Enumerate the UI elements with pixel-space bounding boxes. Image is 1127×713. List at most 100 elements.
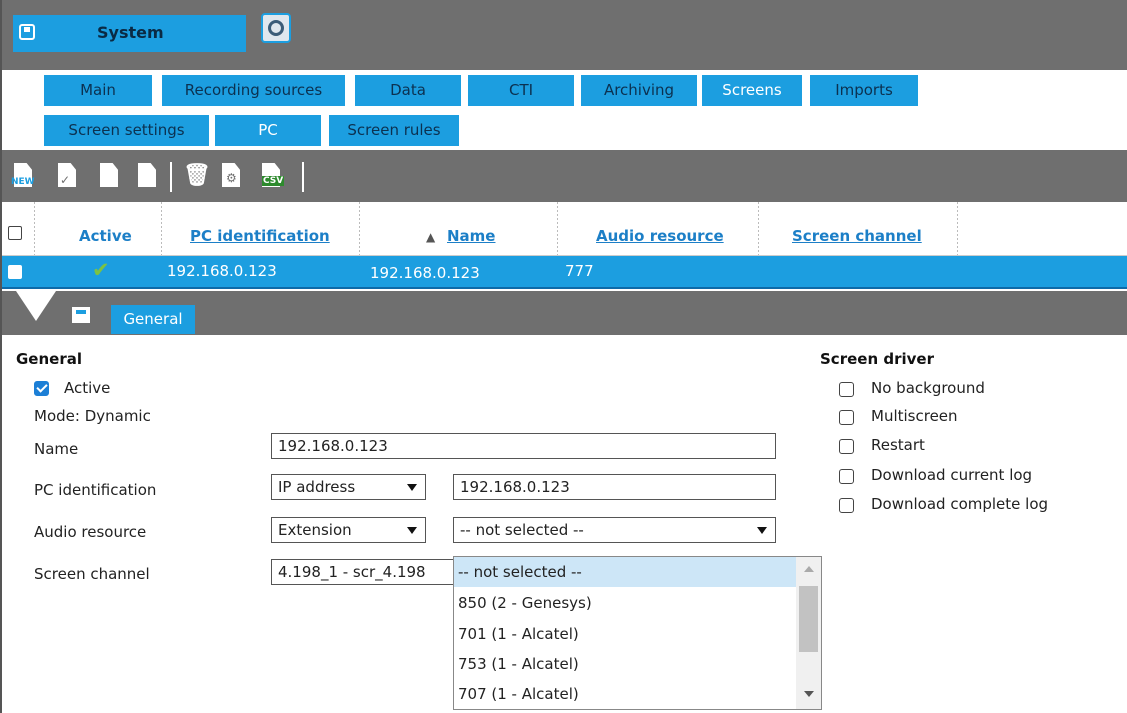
csv-export-button[interactable]: CSV — [260, 163, 285, 189]
chevron-down-icon — [407, 484, 417, 491]
new-button[interactable]: NEW — [11, 163, 36, 189]
restart-label: Restart — [871, 436, 925, 454]
column-separator — [161, 202, 162, 255]
row-pc-identification: 192.168.0.123 — [167, 262, 277, 280]
csv-label: CSV — [262, 176, 285, 186]
tab-cti[interactable]: CTI — [468, 75, 574, 106]
detail-header: General — [2, 291, 1127, 335]
audio-resource-value: -- not selected -- — [460, 521, 584, 539]
settings-document-button[interactable]: ⚙ — [220, 163, 244, 189]
copy-button[interactable] — [136, 163, 160, 189]
active-check-icon: ✔ — [92, 258, 110, 282]
audio-resource-type-value: Extension — [278, 521, 352, 539]
toolbar: NEW ✓ 🗑 ⚙ CSV — [2, 150, 1127, 202]
system-bar: System — [2, 0, 1127, 70]
column-separator — [557, 202, 558, 255]
row-underline — [2, 287, 1127, 289]
tab-screens[interactable]: Screens — [702, 75, 802, 106]
audio-resource-type-select[interactable]: Extension — [271, 517, 426, 543]
table-row[interactable]: ✔ 192.168.0.123 192.168.0.123 777 — [2, 256, 1127, 289]
copy-check-button[interactable] — [98, 163, 122, 189]
tab-pc[interactable]: PC — [215, 115, 321, 146]
active-checkbox[interactable] — [34, 381, 49, 396]
tab-screen-rules[interactable]: Screen rules — [329, 115, 459, 146]
tab-imports[interactable]: Imports — [810, 75, 918, 106]
restart-checkbox[interactable] — [839, 439, 854, 454]
chevron-down-icon — [757, 527, 767, 534]
pc-identification-type-value: IP address — [278, 478, 356, 496]
multiscreen-checkbox[interactable] — [839, 410, 854, 425]
dropdown-option[interactable]: -- not selected -- — [454, 557, 797, 587]
dropdown-scrollbar[interactable] — [796, 557, 821, 709]
column-header-active[interactable]: Active — [79, 227, 132, 245]
column-header-audio-resource[interactable]: Audio resource — [596, 227, 724, 245]
tab-data[interactable]: Data — [355, 75, 461, 106]
column-header-pc-identification[interactable]: PC identification — [190, 227, 330, 245]
scroll-up-icon[interactable] — [804, 566, 814, 572]
screen-driver-section-title: Screen driver — [820, 350, 934, 368]
scrollbar-thumb[interactable] — [799, 586, 818, 652]
sort-ascending-icon: ▲ — [426, 230, 436, 244]
download-current-log-label: Download current log — [871, 466, 1033, 484]
system-tab-label: System — [97, 23, 164, 42]
download-current-log-checkbox[interactable] — [839, 469, 854, 484]
tab-archiving[interactable]: Archiving — [581, 75, 697, 106]
column-header-screen-channel[interactable]: Screen channel — [792, 227, 922, 245]
copy-icon — [138, 163, 156, 187]
copy-check-icon — [100, 163, 118, 187]
floppy-icon — [19, 24, 35, 40]
new-label: NEW — [11, 177, 35, 187]
tab-general[interactable]: General — [111, 305, 195, 334]
column-header-name[interactable]: Name — [447, 227, 495, 245]
sub-tab-row: Screen settings PC Screen rules — [2, 110, 1127, 151]
audio-resource-label: Audio resource — [34, 523, 147, 541]
no-background-checkbox[interactable] — [839, 382, 854, 397]
audio-resource-select[interactable]: -- not selected -- — [453, 517, 776, 543]
trash-icon: 🗑 — [183, 163, 211, 188]
grid-header: Active PC identification ▲ Name Audio re… — [2, 202, 1127, 256]
name-input[interactable]: 192.168.0.123 — [271, 433, 776, 459]
tab-main[interactable]: Main — [44, 75, 152, 106]
system-tab[interactable]: System — [13, 15, 246, 52]
column-separator — [758, 202, 759, 255]
pc-identification-input[interactable]: 192.168.0.123 — [453, 474, 776, 500]
gear-icon: ⚙ — [226, 171, 237, 185]
user-settings-button[interactable] — [261, 13, 291, 43]
row-checkbox[interactable] — [8, 265, 22, 279]
dropdown-option[interactable]: 850 (2 - Genesys) — [454, 588, 797, 618]
save-icon[interactable] — [72, 307, 90, 323]
column-separator — [34, 202, 35, 255]
column-separator — [957, 202, 958, 255]
chevron-down-icon — [407, 527, 417, 534]
row-name: 192.168.0.123 — [370, 264, 480, 282]
screen-channel-input[interactable]: 4.198_1 - scr_4.198 — [271, 559, 461, 585]
row-audio-resource: 777 — [565, 262, 594, 280]
tab-screen-settings[interactable]: Screen settings — [44, 115, 209, 146]
dropdown-option[interactable]: 707 (1 - Alcatel) — [454, 679, 797, 709]
tab-recording-sources[interactable]: Recording sources — [162, 75, 345, 106]
select-all-checkbox[interactable] — [8, 226, 22, 240]
toolbar-separator — [170, 162, 172, 192]
user-icon — [268, 20, 284, 36]
multiscreen-label: Multiscreen — [871, 407, 958, 425]
dropdown-option[interactable]: 753 (1 - Alcatel) — [454, 649, 797, 679]
general-section-title: General — [16, 350, 82, 368]
column-separator — [359, 202, 360, 255]
scroll-down-icon[interactable] — [804, 691, 814, 697]
download-complete-log-checkbox[interactable] — [839, 498, 854, 513]
dropdown-option[interactable]: 701 (1 - Alcatel) — [454, 619, 797, 649]
mode-text: Mode: Dynamic — [34, 407, 151, 425]
no-background-label: No background — [871, 379, 985, 397]
screen-channel-label: Screen channel — [34, 565, 150, 583]
pc-identification-label: PC identification — [34, 481, 157, 499]
active-label: Active — [64, 379, 111, 397]
download-complete-log-label: Download complete log — [871, 495, 1049, 513]
pc-identification-type-select[interactable]: IP address — [271, 474, 426, 500]
toolbar-separator-2 — [302, 162, 304, 192]
check-mark-icon: ✓ — [60, 173, 71, 187]
name-label: Name — [34, 440, 79, 458]
approve-button[interactable]: ✓ — [56, 163, 80, 189]
audio-resource-dropdown-list: -- not selected -- 850 (2 - Genesys) 701… — [453, 556, 822, 710]
detail-pointer — [16, 291, 56, 321]
delete-button[interactable]: 🗑 — [182, 163, 211, 189]
